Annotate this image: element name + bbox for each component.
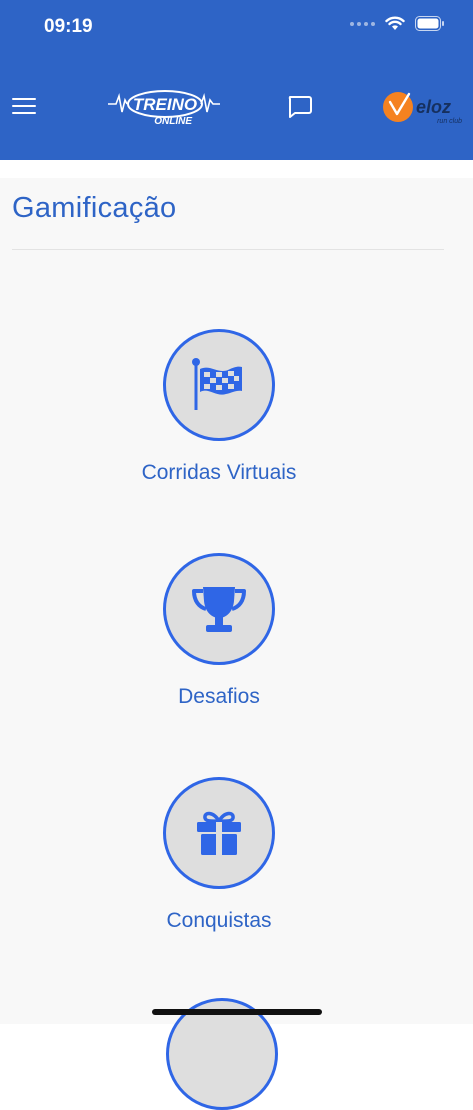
checkered-flag-icon bbox=[192, 358, 242, 410]
logo-runclub-text: run club bbox=[437, 118, 462, 125]
menu-button[interactable] bbox=[12, 96, 38, 116]
chat-button[interactable] bbox=[286, 94, 314, 120]
corridas-virtuais-circle[interactable] bbox=[163, 329, 275, 441]
status-time: 09:19 bbox=[44, 16, 93, 37]
battery-icon bbox=[415, 16, 444, 31]
corridas-virtuais-label[interactable]: Corridas Virtuais bbox=[89, 461, 349, 485]
logo-treino-text: TREINO bbox=[133, 95, 197, 114]
main-content: Gamificação Corridas Virtuais Desafios C… bbox=[0, 178, 473, 1110]
chat-bubble-icon bbox=[288, 96, 312, 118]
home-indicator bbox=[152, 1009, 322, 1015]
conquistas-circle[interactable] bbox=[163, 777, 275, 889]
signal-icon bbox=[350, 21, 375, 26]
desafios-item[interactable]: Desafios bbox=[89, 553, 349, 709]
veloz-run-club-logo: eloz run club bbox=[382, 86, 468, 130]
logo-online-text: ONLINE bbox=[154, 116, 192, 127]
gift-icon bbox=[197, 811, 241, 855]
conquistas-item[interactable]: Conquistas bbox=[89, 777, 349, 933]
status-icons bbox=[350, 16, 445, 31]
title-divider bbox=[12, 249, 444, 250]
corridas-virtuais-item[interactable]: Corridas Virtuais bbox=[89, 329, 349, 485]
conquistas-label[interactable]: Conquistas bbox=[89, 909, 349, 933]
page-title: Gamificação bbox=[12, 192, 177, 224]
desafios-label[interactable]: Desafios bbox=[89, 685, 349, 709]
wifi-icon bbox=[385, 16, 405, 30]
logo-veloz-text: eloz bbox=[416, 97, 451, 117]
desafios-circle[interactable] bbox=[163, 553, 275, 665]
treino-online-logo: TREINO ONLINE bbox=[108, 84, 220, 128]
app-header: 09:19 TREINO ONLINE eloz run club bbox=[0, 0, 473, 160]
trophy-icon bbox=[192, 587, 246, 632]
